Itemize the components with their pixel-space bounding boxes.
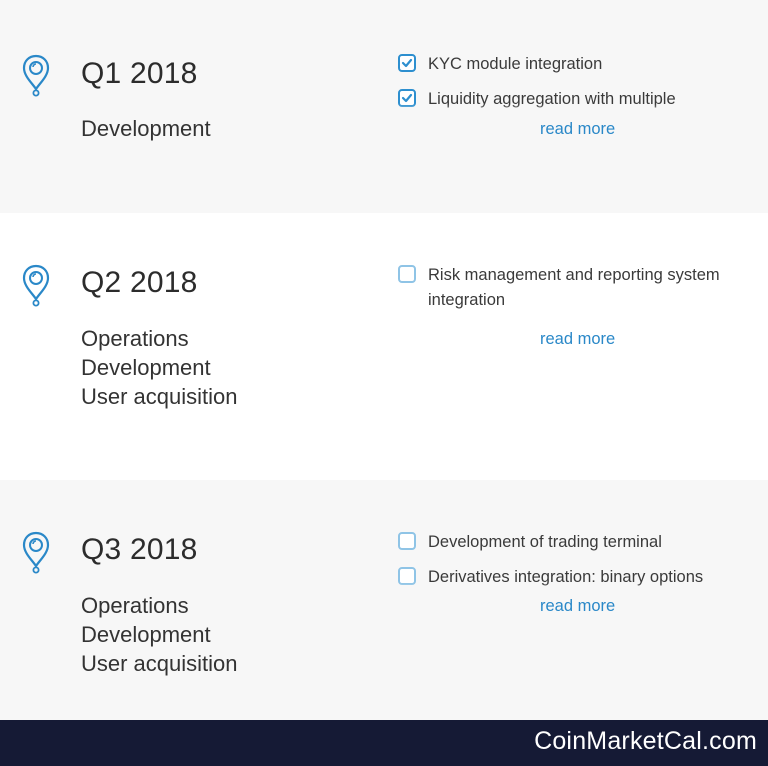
category-label: User acquisition [81,651,238,676]
checkbox-checked-icon[interactable] [398,54,416,72]
map-pin-icon [22,54,50,97]
quarter-title: Q3 2018 [81,533,198,566]
task-item: Risk management and reporting system int… [398,263,748,313]
brand-watermark: CoinMarketCal.com [534,727,757,755]
task-list: Risk management and reporting system int… [398,263,748,313]
read-more-link[interactable]: read more [540,597,615,616]
fade-overlay [398,583,748,597]
category-list: Operations Development User acquisition [81,591,238,678]
category-list: Operations Development User acquisition [81,324,238,411]
category-label: Operations [81,593,189,618]
category-label: User acquisition [81,384,238,409]
roadmap-item-q2-2018: Q2 2018 Operations Development User acqu… [0,213,768,480]
task-list: Development of trading terminal Derivati… [398,530,748,590]
checkbox-icon[interactable] [398,265,416,283]
footer-bar: CoinMarketCal.com [0,720,768,766]
quarter-title: Q1 2018 [81,57,198,90]
checkbox-icon[interactable] [398,532,416,550]
task-label: Development of trading terminal [428,533,662,551]
category-label: Development [81,622,211,647]
category-label: Operations [81,326,189,351]
map-pin-icon [22,531,50,574]
task-label: Risk management and reporting system int… [428,266,720,309]
category-label: Development [81,116,211,141]
task-item: Development of trading terminal [398,530,748,555]
roadmap-item-q3-2018: Q3 2018 Operations Development User acqu… [0,480,768,720]
read-more-link[interactable]: read more [540,120,615,139]
fade-overlay [398,104,748,118]
map-pin-icon [22,264,50,307]
read-more-link[interactable]: read more [540,330,615,349]
category-label: Development [81,355,211,380]
quarter-title: Q2 2018 [81,266,198,299]
task-list: KYC module integration Liquidity aggrega… [398,52,748,112]
task-item: KYC module integration [398,52,748,77]
task-label: KYC module integration [428,55,603,73]
roadmap-item-q1-2018: Q1 2018 Development KYC module integrati… [0,0,768,213]
category-list: Development [81,114,211,143]
